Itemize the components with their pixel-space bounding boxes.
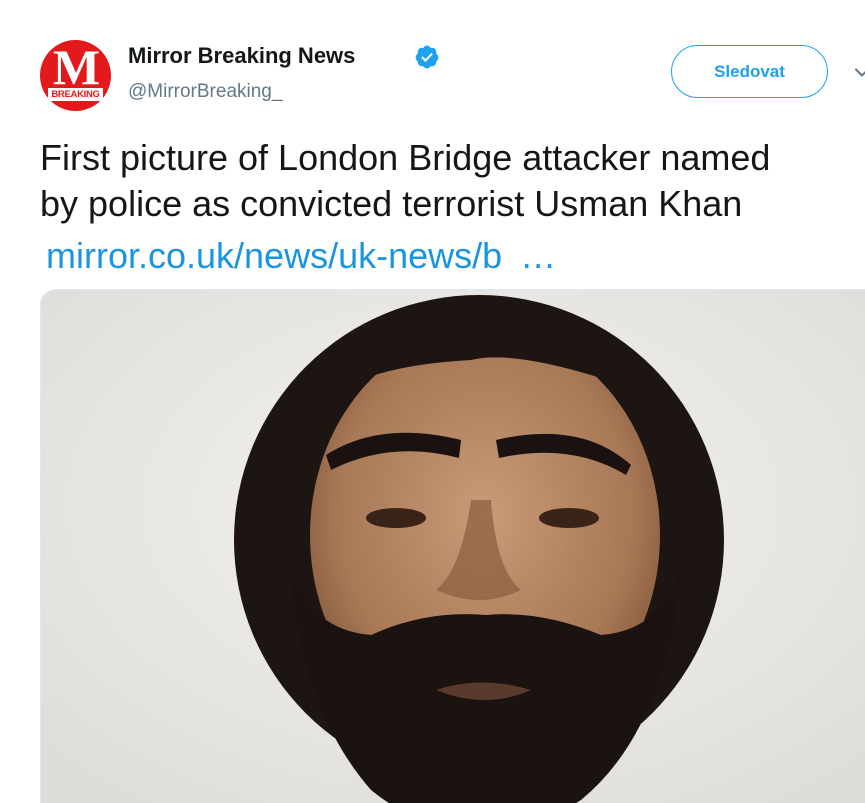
avatar[interactable]: M BREAKING	[40, 40, 111, 111]
photo-portrait	[41, 290, 865, 803]
avatar-logo-letter: M	[52, 40, 100, 95]
chevron-down-icon[interactable]	[855, 68, 865, 78]
verified-badge-icon	[415, 45, 439, 69]
tweet-photo[interactable]	[40, 289, 865, 803]
tweet-text-line: First picture of London Bridge attacker …	[40, 137, 771, 178]
display-name[interactable]: Mirror Breaking News	[128, 43, 355, 69]
tweet-card: M BREAKING Mirror Breaking News @MirrorB…	[0, 0, 865, 803]
tweet-text-line: by police as convicted terrorist Usman K…	[40, 183, 743, 224]
article-link[interactable]: mirror.co.uk/news/uk-news/b …	[46, 233, 556, 279]
follow-button[interactable]: Sledovat	[671, 45, 828, 98]
avatar-logo-tag: BREAKING	[48, 88, 103, 101]
user-handle[interactable]: @MirrorBreaking_	[128, 81, 282, 103]
article-link-url: mirror.co.uk/news/uk-news/b	[46, 235, 503, 276]
article-link-ellipsis: …	[520, 235, 557, 276]
tweet-text: First picture of London Bridge attacker …	[40, 135, 865, 227]
